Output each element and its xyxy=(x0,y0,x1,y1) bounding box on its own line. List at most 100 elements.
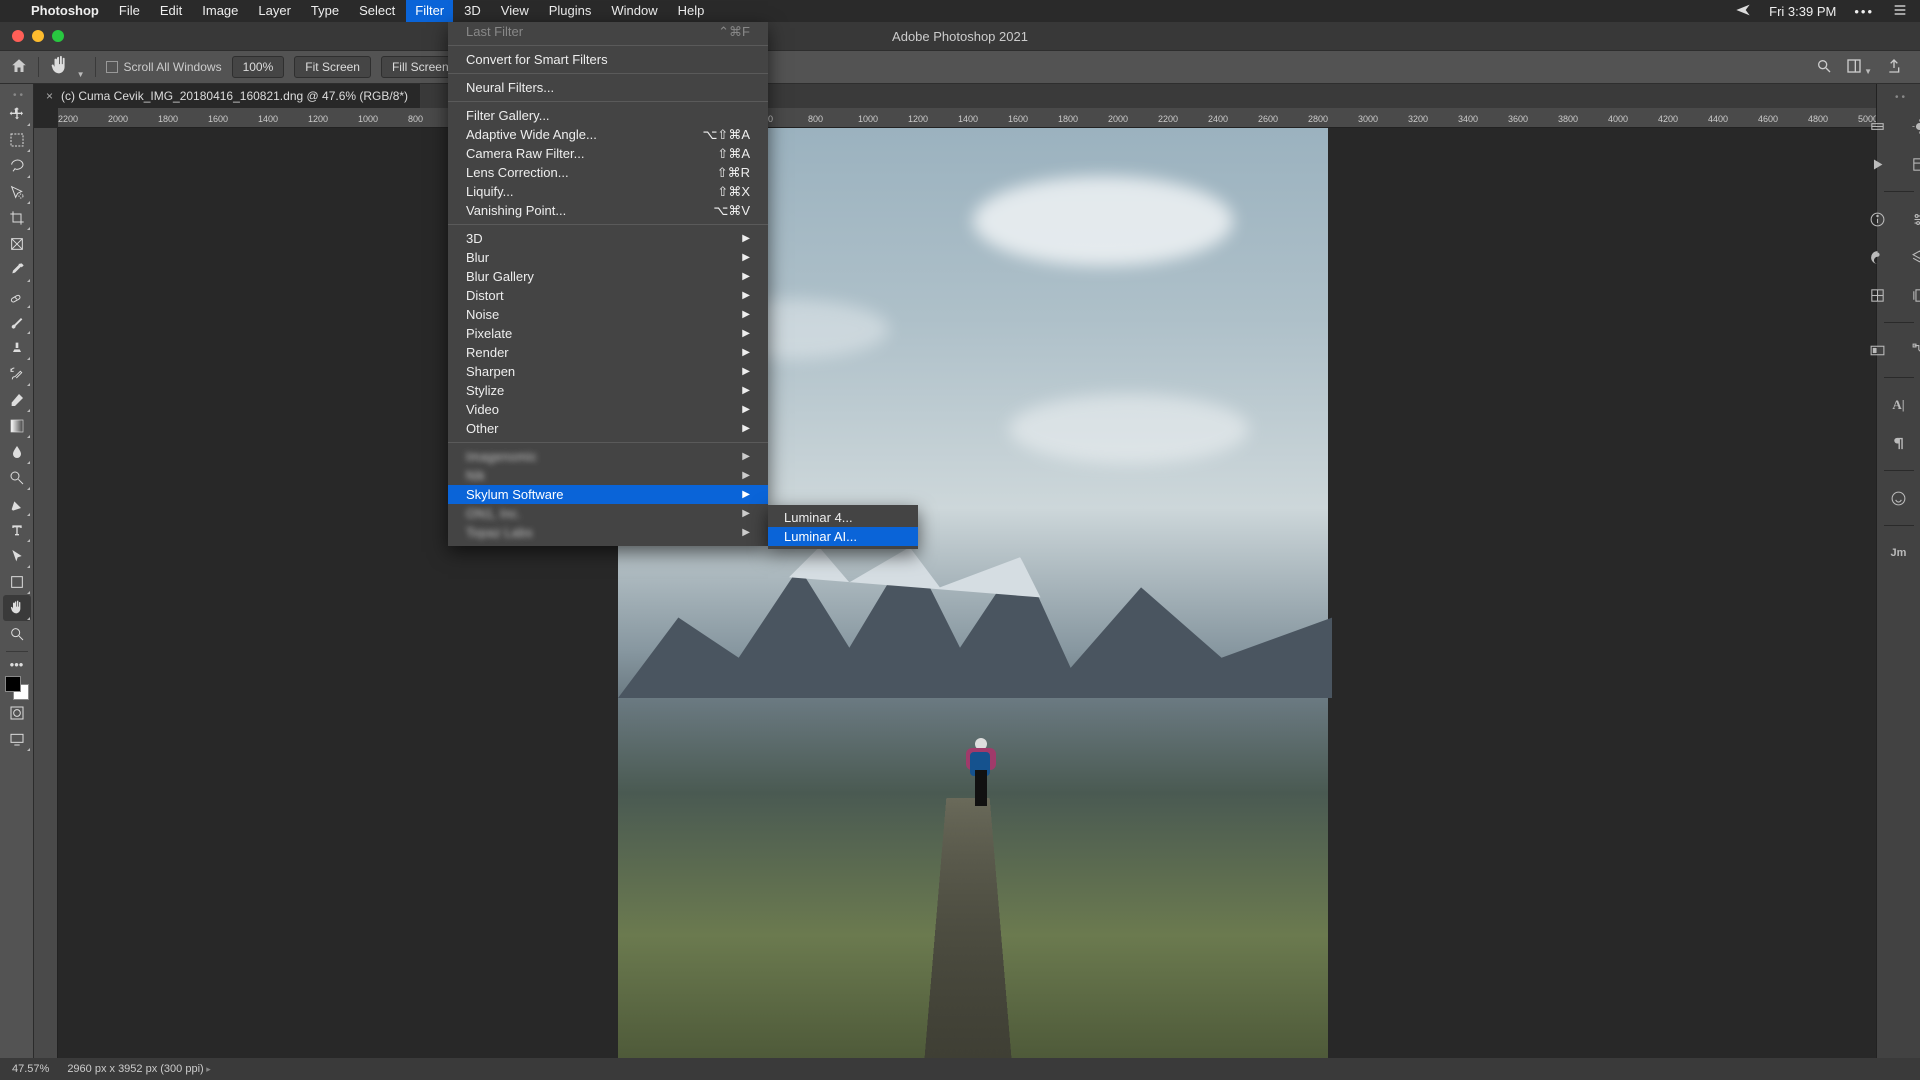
menu-item-filter-gallery[interactable]: Filter Gallery... xyxy=(448,106,768,125)
brush-tool[interactable] xyxy=(3,309,31,335)
menu-item-liquify[interactable]: Liquify...⇧⌘X xyxy=(448,182,768,201)
status-plane-icon[interactable] xyxy=(1735,2,1751,21)
menu-item-blur[interactable]: Blur▶ xyxy=(448,248,768,267)
zoom-tool[interactable] xyxy=(3,621,31,647)
color-panel-icon[interactable] xyxy=(1859,111,1897,141)
hand-tool-icon[interactable]: ▼ xyxy=(49,55,85,80)
menu-type[interactable]: Type xyxy=(302,0,348,22)
adjustments-panel-icon[interactable] xyxy=(1859,242,1897,272)
healing-brush-tool[interactable] xyxy=(3,283,31,309)
move-tool[interactable] xyxy=(3,101,31,127)
path-selection-tool[interactable] xyxy=(3,543,31,569)
window-minimize-button[interactable] xyxy=(32,30,44,42)
hand-tool[interactable] xyxy=(3,595,31,621)
menu-item-video[interactable]: Video▶ xyxy=(448,400,768,419)
menu-window[interactable]: Window xyxy=(602,0,666,22)
menu-image[interactable]: Image xyxy=(193,0,247,22)
menu-item-lens-correction[interactable]: Lens Correction...⇧⌘R xyxy=(448,163,768,182)
fit-screen-button[interactable]: Fit Screen xyxy=(294,56,371,78)
play-panel-icon[interactable] xyxy=(1859,149,1897,179)
character-panel-icon[interactable]: A| xyxy=(1880,390,1918,420)
history-panel-icon[interactable] xyxy=(1901,149,1920,179)
menu-view[interactable]: View xyxy=(492,0,538,22)
screen-mode-toggle[interactable] xyxy=(3,726,31,752)
channels-panel-icon[interactable] xyxy=(1859,335,1897,365)
menu-item-other[interactable]: Other▶ xyxy=(448,419,768,438)
share-icon[interactable] xyxy=(1886,58,1902,77)
app-menu-photoshop[interactable]: Photoshop xyxy=(22,0,108,22)
scroll-all-windows-checkbox[interactable]: Scroll All Windows xyxy=(106,60,222,74)
menu-item-convert-smart[interactable]: Convert for Smart Filters xyxy=(448,50,768,69)
menu-item-plugin-blurred[interactable]: Imagenomic▶ xyxy=(448,447,768,466)
search-icon[interactable] xyxy=(1816,58,1832,77)
menu-item-render[interactable]: Render▶ xyxy=(448,343,768,362)
menu-item-stylize[interactable]: Stylize▶ xyxy=(448,381,768,400)
menu-item-sharpen[interactable]: Sharpen▶ xyxy=(448,362,768,381)
history-brush-tool[interactable] xyxy=(3,361,31,387)
menu-item-pixelate[interactable]: Pixelate▶ xyxy=(448,324,768,343)
layers-panel-icon[interactable] xyxy=(1901,242,1920,272)
menu-item-camera-raw[interactable]: Camera Raw Filter...⇧⌘A xyxy=(448,144,768,163)
dodge-tool[interactable] xyxy=(3,465,31,491)
menu-item-skylum-software[interactable]: Skylum Software▶ xyxy=(448,485,768,504)
properties-panel-icon[interactable] xyxy=(1901,204,1920,234)
menu-item-distort[interactable]: Distort▶ xyxy=(448,286,768,305)
quick-selection-tool[interactable] xyxy=(3,179,31,205)
menu-item-vanishing-point[interactable]: Vanishing Point...⌥⌘V xyxy=(448,201,768,220)
menu-file[interactable]: File xyxy=(110,0,149,22)
control-center-icon[interactable]: ••• xyxy=(1854,4,1874,19)
menu-layer[interactable]: Layer xyxy=(249,0,300,22)
ruler-horizontal[interactable]: 2200200018001600140012001000800600400200… xyxy=(58,108,1876,128)
pen-tool[interactable] xyxy=(3,491,31,517)
menu-select[interactable]: Select xyxy=(350,0,404,22)
lasso-tool[interactable] xyxy=(3,153,31,179)
gradient-tool[interactable] xyxy=(3,413,31,439)
blur-tool[interactable] xyxy=(3,439,31,465)
menu-item-plugin-blurred[interactable]: Topaz Labs▶ xyxy=(448,523,768,542)
menu-item-3d[interactable]: 3D▶ xyxy=(448,229,768,248)
paragraph-panel-icon[interactable] xyxy=(1880,428,1918,458)
menu-3d[interactable]: 3D xyxy=(455,0,490,22)
paths-panel-icon[interactable] xyxy=(1901,335,1920,365)
color-swatches[interactable] xyxy=(5,676,29,700)
menu-item-adaptive-wide-angle[interactable]: Adaptive Wide Angle...⌥⇧⌘A xyxy=(448,125,768,144)
submenu-item-luminar-ai[interactable]: Luminar AI... xyxy=(768,527,918,546)
panel-grip-icon[interactable]: •• xyxy=(7,90,26,101)
status-zoom[interactable]: 47.57% xyxy=(12,1063,49,1075)
workspace-switcher-icon[interactable]: ▼ xyxy=(1846,58,1872,77)
menu-item-blur-gallery[interactable]: Blur Gallery▶ xyxy=(448,267,768,286)
quick-mask-toggle[interactable] xyxy=(3,700,31,726)
shape-tool[interactable] xyxy=(3,569,31,595)
clone-stamp-tool[interactable] xyxy=(3,335,31,361)
home-button[interactable] xyxy=(10,57,28,78)
submenu-item-luminar4[interactable]: Luminar 4... xyxy=(768,508,918,527)
type-tool[interactable] xyxy=(3,517,31,543)
menu-help[interactable]: Help xyxy=(669,0,714,22)
grid-panel-icon[interactable] xyxy=(1859,280,1897,310)
menu-plugins[interactable]: Plugins xyxy=(540,0,601,22)
crop-tool[interactable] xyxy=(3,205,31,231)
menu-edit[interactable]: Edit xyxy=(151,0,191,22)
window-zoom-button[interactable] xyxy=(52,30,64,42)
user-panel-badge[interactable]: Jm xyxy=(1880,538,1918,568)
swatches-panel-icon[interactable] xyxy=(1901,111,1920,141)
eyedropper-tool[interactable] xyxy=(3,257,31,283)
canvas-background[interactable] xyxy=(58,128,1876,1058)
close-tab-icon[interactable]: × xyxy=(46,89,53,103)
info-panel-icon[interactable] xyxy=(1859,204,1897,234)
eraser-tool[interactable] xyxy=(3,387,31,413)
status-doc-size[interactable]: 2960 px x 3952 px (300 ppi) xyxy=(67,1063,210,1075)
panel-grip-icon[interactable]: •• xyxy=(1889,92,1908,103)
window-close-button[interactable] xyxy=(12,30,24,42)
menu-item-plugin-blurred[interactable]: Nik▶ xyxy=(448,466,768,485)
edit-toolbar-icon[interactable]: ••• xyxy=(3,656,31,672)
ruler-vertical[interactable] xyxy=(34,128,58,1058)
menubar-list-icon[interactable] xyxy=(1892,2,1908,21)
zoom-100-button[interactable]: 100% xyxy=(232,56,285,78)
actions-panel-icon[interactable] xyxy=(1880,483,1918,513)
document-tab[interactable]: × (c) Cuma Cevik_IMG_20180416_160821.dng… xyxy=(34,84,420,108)
menu-item-neural-filters[interactable]: Neural Filters... xyxy=(448,78,768,97)
marquee-tool[interactable] xyxy=(3,127,31,153)
menu-item-plugin-blurred[interactable]: ON1, Inc.▶ xyxy=(448,504,768,523)
menu-filter[interactable]: Filter xyxy=(406,0,453,22)
